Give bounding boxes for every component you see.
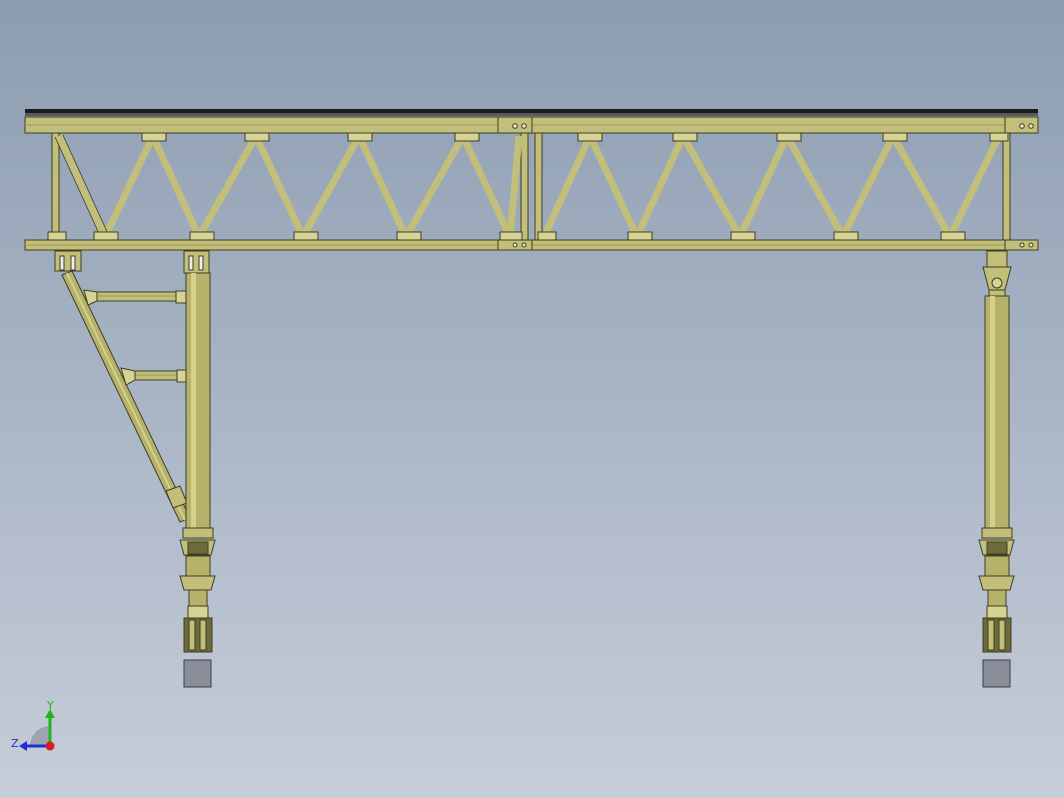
left-column-shaft: [185, 272, 211, 529]
right-column-shaft: [984, 295, 1010, 529]
brace-hanger: [54, 250, 82, 272]
left-brace-assembly[interactable]: [54, 250, 191, 523]
left-footing: [183, 659, 212, 688]
horizontal-tie-lower: [120, 367, 188, 386]
left-column-jack: [179, 527, 216, 653]
cad-viewport[interactable]: Y Z: [0, 0, 1064, 798]
triad-origin-icon: [45, 741, 55, 751]
truss-diagonals-right: [540, 127, 1003, 246]
view-orientation-triad[interactable]: Y Z: [11, 699, 55, 751]
truss-diagonals-left: [54, 127, 523, 251]
top-rail: [25, 109, 1038, 116]
triad-y-label: Y: [46, 699, 54, 712]
truss-girder[interactable]: [24, 116, 1039, 251]
triad-z-label: Z: [11, 737, 19, 750]
gantry-model-canvas[interactable]: Y Z: [0, 0, 1064, 798]
right-column-jack: [978, 527, 1015, 653]
right-column[interactable]: [978, 250, 1015, 688]
horizontal-tie-upper: [83, 289, 187, 306]
left-column[interactable]: [179, 250, 216, 688]
right-footing: [982, 659, 1011, 688]
